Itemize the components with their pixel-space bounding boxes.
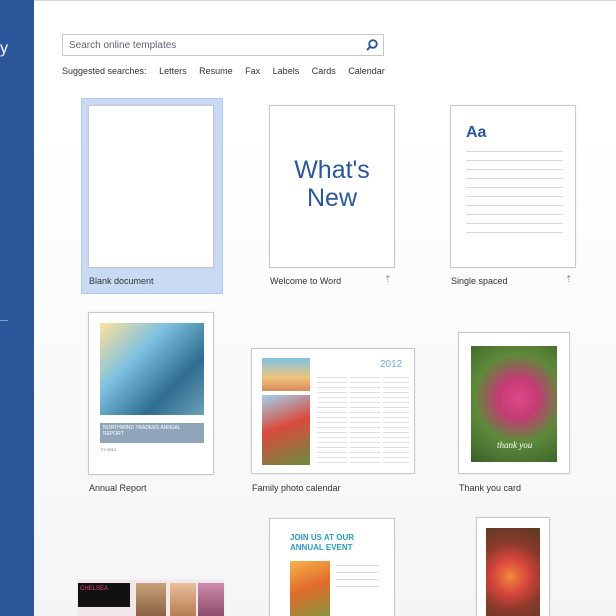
flyer-photo — [290, 561, 330, 616]
template-thumbnail[interactable]: CHELSEA — [78, 580, 224, 616]
whats-new-text: What's New — [294, 156, 370, 212]
text-line — [466, 232, 563, 233]
pin-icon[interactable]: ⇡ — [565, 274, 573, 285]
text-line — [466, 169, 563, 170]
text-line — [466, 151, 563, 152]
calendar-month-grid — [317, 375, 347, 463]
flower-photo — [486, 528, 540, 616]
template-thumbnail[interactable]: JOIN US AT OUR ANNUAL EVENT — [269, 518, 395, 616]
text-line — [466, 223, 563, 224]
template-label: Family photo calendar — [252, 483, 341, 493]
template-label: Blank document — [89, 276, 154, 286]
template-thumbnail[interactable]: thank you — [458, 332, 570, 474]
template-label: Thank you card — [459, 483, 522, 493]
portrait-photo — [198, 583, 224, 616]
search-input[interactable] — [69, 35, 359, 55]
report-title-band: NORTHWIND TRADERS ANNUAL REPORT — [100, 423, 204, 443]
template-thumbnail[interactable] — [88, 105, 214, 268]
backstage-sidebar: y — [0, 0, 34, 616]
template-gallery: Suggested searches: Letters Resume Fax L… — [34, 0, 616, 616]
search-box — [62, 34, 384, 56]
sidebar-partial-text: y — [0, 40, 8, 57]
template-label: Single spaced — [451, 276, 508, 286]
photo-beach — [262, 358, 310, 391]
report-subtitle: FY 2012 — [101, 447, 117, 452]
suggested-searches-label: Suggested searches: — [62, 66, 147, 76]
event-headline: JOIN US AT OUR ANNUAL EVENT — [290, 533, 355, 552]
portrait-photo — [170, 583, 196, 616]
calendar-year: 2012 — [380, 359, 403, 370]
report-cover-image — [100, 323, 204, 415]
suggested-search-fax[interactable]: Fax — [245, 66, 260, 76]
text-line — [336, 586, 378, 587]
portrait-photo — [136, 583, 166, 616]
text-line — [466, 178, 563, 179]
template-thumbnail[interactable] — [476, 517, 550, 616]
text-line — [336, 572, 378, 573]
text-line — [466, 160, 563, 161]
template-thumbnail[interactable]: What's New — [269, 105, 395, 268]
template-thumbnail[interactable]: Aa — [450, 105, 576, 268]
suggested-search-resume[interactable]: Resume — [199, 66, 233, 76]
suggested-searches: Suggested searches: Letters Resume Fax L… — [62, 66, 395, 78]
flower-photo: thank you — [471, 346, 557, 462]
template-label: Welcome to Word — [270, 276, 342, 286]
photo-child — [262, 395, 310, 465]
suggested-search-letters[interactable]: Letters — [159, 66, 187, 76]
aa-heading: Aa — [466, 124, 487, 141]
template-thumbnail[interactable]: NORTHWIND TRADERS ANNUAL REPORT FY 2012 — [88, 312, 214, 475]
text-line — [336, 579, 378, 580]
template-thumbnail[interactable]: 2012 — [251, 348, 415, 474]
suggested-search-cards[interactable]: Cards — [312, 66, 336, 76]
thank-you-script: thank you — [497, 440, 533, 450]
search-icon[interactable] — [365, 38, 379, 52]
template-label: Annual Report — [89, 483, 147, 493]
text-line — [336, 565, 378, 566]
text-line — [466, 205, 563, 206]
suggested-search-calendar[interactable]: Calendar — [348, 66, 385, 76]
sidebar-divider — [0, 320, 8, 321]
text-line — [466, 187, 563, 188]
calendar-month-grid — [383, 375, 409, 463]
pin-icon[interactable]: ⇡ — [384, 274, 392, 285]
calendar-month-grid — [350, 375, 380, 463]
text-line — [466, 214, 563, 215]
suggested-search-labels[interactable]: Labels — [273, 66, 300, 76]
chelsea-banner: CHELSEA — [78, 583, 130, 607]
text-line — [466, 196, 563, 197]
